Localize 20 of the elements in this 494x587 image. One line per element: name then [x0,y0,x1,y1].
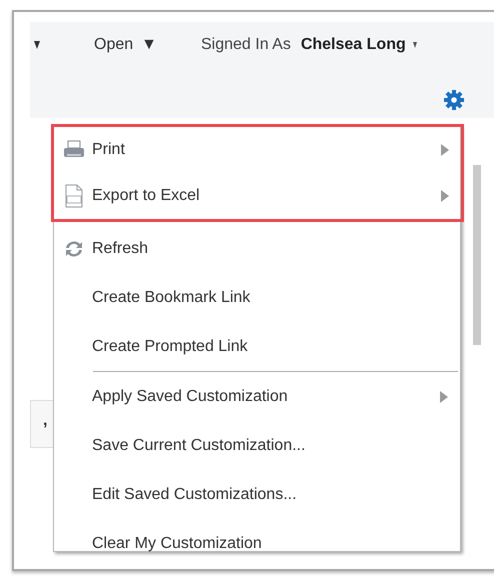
menu-item[interactable]: Create Prompted Link [54,322,460,371]
menu-item[interactable]: Create Bookmark Link [54,273,460,322]
submenu-arrow-icon [441,144,449,156]
user-name[interactable]: Chelsea Long [300,36,406,54]
menu-item[interactable]: Export to Excel [54,173,461,219]
spreadsheet-file-icon [64,184,84,208]
submenu-arrow-icon [441,190,449,202]
signed-in-label: Signed In As [200,36,291,54]
menu-item[interactable]: Edit Saved Customizations... [54,470,460,519]
scrollbar[interactable] [473,165,481,345]
caret-icon [34,41,40,49]
menu-item[interactable]: Refresh [54,224,460,273]
settings-icon[interactable] [444,90,464,110]
submenu-arrow-icon [440,390,448,402]
menu-item[interactable]: Print [54,127,461,173]
open-menu-button[interactable]: Open ▼ [94,36,157,54]
menu-item[interactable]: Clear My Customization [54,519,460,568]
caret-icon [412,42,417,48]
printer-icon [63,140,85,160]
refresh-icon [63,238,85,258]
